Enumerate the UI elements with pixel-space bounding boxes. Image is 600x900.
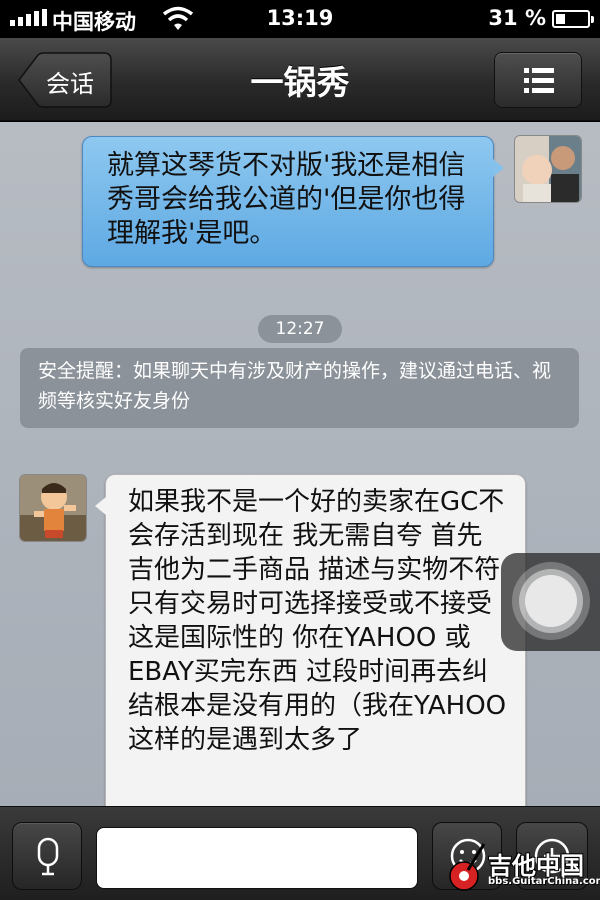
watermark-subtitle: bbs.GuitarChina.com (488, 876, 600, 887)
outgoing-message[interactable]: 就算这琴货不对版'我还是相信秀哥会给我公道的'但是你也得理解我'是吧。 (82, 136, 504, 267)
list-menu-icon (524, 68, 554, 93)
status-bar: 中国移动 13:19 31 % (0, 0, 600, 38)
contact-avatar[interactable] (19, 474, 87, 542)
battery-icon (552, 10, 594, 28)
security-notice: 安全提醒：如果聊天中有涉及财产的操作，建议通过电话、视频等核实好友身份 (20, 348, 579, 428)
message-text: 就算这琴货不对版'我还是相信秀哥会给我公道的'但是你也得理解我'是吧。 (107, 150, 466, 249)
battery-percent: 31 % (488, 6, 546, 30)
timestamp-badge: 12:27 (258, 315, 342, 343)
voice-button[interactable] (12, 822, 82, 890)
chat-area[interactable]: 就算这琴货不对版'我还是相信秀哥会给我公道的'但是你也得理解我'是吧。 12:2… (0, 122, 600, 806)
nav-bar: 会话 一锅秀 (0, 38, 600, 121)
site-watermark: 吉他中国 bbs.GuitarChina.com (444, 838, 600, 898)
user-avatar[interactable] (514, 135, 582, 203)
message-text: 如果我不是一个好的卖家在GC不会存活到现在 我无需自夸 首先吉他为二手商品 描述… (128, 487, 507, 755)
guitar-logo-icon (449, 843, 486, 891)
menu-button[interactable] (494, 52, 582, 108)
assistive-touch-button[interactable] (501, 553, 600, 651)
microphone-icon (37, 837, 59, 876)
message-input[interactable] (96, 827, 418, 889)
incoming-message[interactable]: 如果我不是一个好的卖家在GC不会存活到现在 我无需自夸 首先吉他为二手商品 描述… (95, 474, 526, 806)
